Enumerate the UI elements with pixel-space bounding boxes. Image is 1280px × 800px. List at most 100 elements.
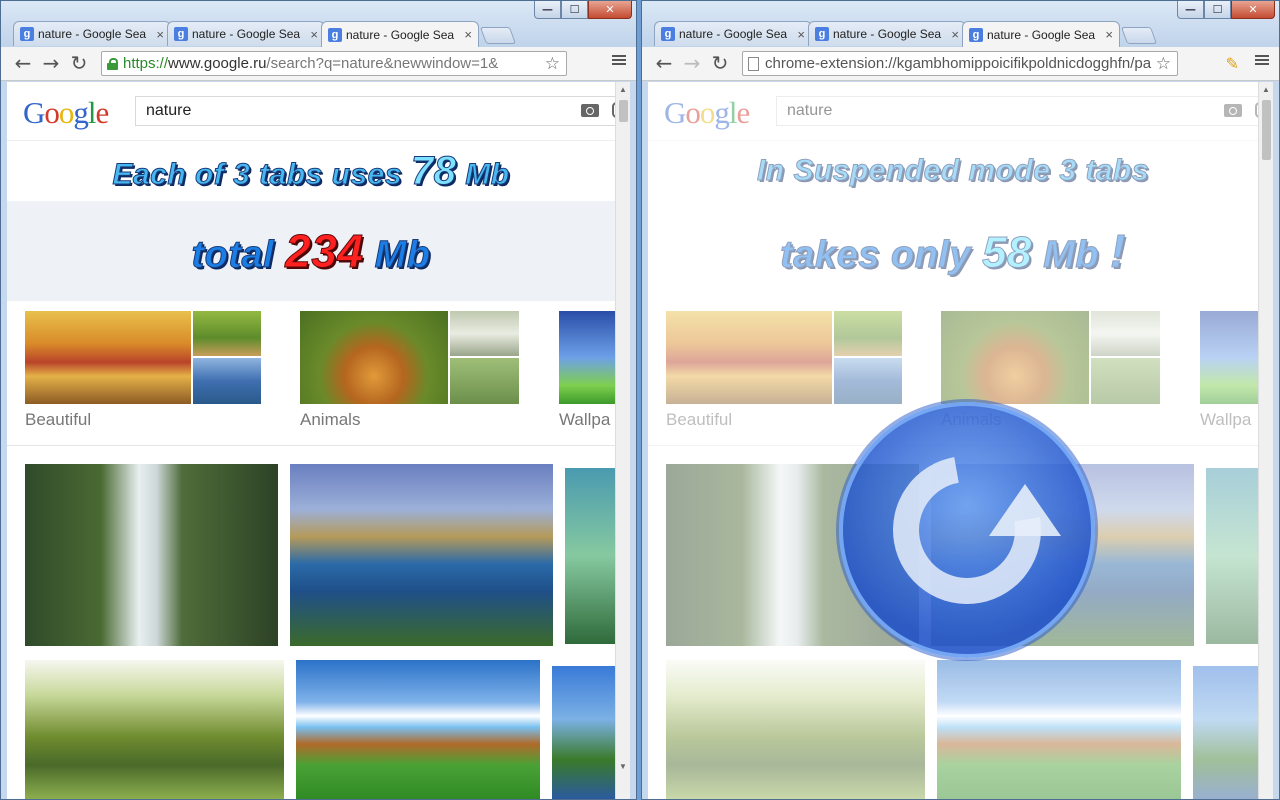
- category-animals[interactable]: Animals: [300, 311, 520, 430]
- tab-close-icon[interactable]: ×: [1105, 27, 1113, 42]
- tab-active[interactable]: g nature - Google Sea ×: [962, 21, 1120, 47]
- tab-close-icon[interactable]: ×: [797, 27, 805, 42]
- scroll-up-icon[interactable]: ▲: [619, 85, 627, 94]
- image-result[interactable]: [937, 660, 1181, 799]
- camera-icon[interactable]: [581, 104, 599, 117]
- url-host: www.google.ru: [168, 55, 267, 72]
- minimize-button[interactable]: —: [534, 1, 561, 19]
- bookmark-star-icon[interactable]: ☆: [1155, 54, 1171, 74]
- image-result[interactable]: [290, 464, 553, 646]
- url-scheme: https://: [123, 55, 169, 72]
- memory-banner-line2: total 234 Mb: [7, 201, 615, 301]
- scrollbar-thumb[interactable]: [1262, 100, 1271, 160]
- thumbnail[interactable]: [450, 358, 519, 404]
- google-favicon-icon: g: [328, 27, 342, 42]
- google-logo[interactable]: Google: [664, 95, 750, 131]
- bookmark-star-icon[interactable]: ☆: [544, 54, 560, 74]
- maximize-button[interactable]: ☐: [561, 1, 588, 19]
- tab[interactable]: g nature - Google Sea ×: [13, 21, 171, 46]
- browser-toolbar: ← → ↻ chrome-extension://kgambhomippoici…: [642, 47, 1279, 81]
- minimize-button[interactable]: —: [1177, 1, 1204, 19]
- close-button[interactable]: ✕: [588, 1, 632, 19]
- new-tab-button[interactable]: [1120, 27, 1158, 44]
- thumbnail[interactable]: [666, 311, 832, 404]
- thumbnail[interactable]: [1091, 311, 1160, 356]
- thumbnail[interactable]: [941, 311, 1089, 404]
- suspended-memory-value: 58: [982, 228, 1033, 278]
- vertical-scrollbar[interactable]: ▲ ▼: [615, 82, 630, 799]
- tab-close-icon[interactable]: ×: [464, 27, 472, 42]
- close-button[interactable]: ✕: [1231, 1, 1275, 19]
- category-label: Beautiful: [25, 410, 92, 429]
- back-arrow-icon[interactable]: ←: [11, 51, 35, 75]
- tab[interactable]: g nature - Google Sea ×: [654, 21, 812, 46]
- thumbnail[interactable]: [1091, 358, 1160, 404]
- banner-text: Each of 3 tabs uses: [112, 157, 403, 191]
- category-beautiful[interactable]: Beautiful: [666, 311, 902, 430]
- tab-close-icon[interactable]: ×: [156, 27, 164, 42]
- reload-icon[interactable]: ↻: [67, 51, 91, 75]
- search-input[interactable]: nature: [135, 96, 630, 126]
- back-arrow-icon[interactable]: ←: [652, 51, 676, 75]
- tab-strip: g nature - Google Sea × g nature - Googl…: [654, 21, 1158, 47]
- restore-tab-button[interactable]: [839, 402, 1095, 658]
- thumbnail[interactable]: [834, 311, 902, 356]
- google-favicon-icon: g: [20, 27, 34, 41]
- tab[interactable]: g nature - Google Sea ×: [167, 21, 325, 46]
- search-input[interactable]: nature: [776, 96, 1273, 126]
- thumbnail[interactable]: [300, 311, 448, 404]
- vertical-scrollbar[interactable]: ▲: [1258, 82, 1273, 799]
- category-label: Wallpa: [559, 410, 611, 429]
- image-result[interactable]: [666, 660, 925, 799]
- image-result[interactable]: [25, 464, 278, 646]
- reload-icon[interactable]: ↻: [708, 51, 732, 75]
- exclamation: !: [1110, 225, 1126, 278]
- tab[interactable]: g nature - Google Sea ×: [808, 21, 966, 46]
- forward-arrow-icon[interactable]: →: [680, 51, 704, 75]
- unit: Mb: [1043, 234, 1099, 277]
- maximize-button[interactable]: ☐: [1204, 1, 1231, 19]
- image-result[interactable]: [25, 660, 284, 799]
- broom-icon[interactable]: ✎: [1226, 54, 1239, 74]
- category-wallpaper[interactable]: Wallpa: [559, 311, 617, 430]
- thumbnail[interactable]: [25, 311, 191, 404]
- camera-icon[interactable]: [1224, 104, 1242, 117]
- search-query: nature: [146, 102, 192, 119]
- scroll-up-icon[interactable]: ▲: [1262, 85, 1270, 94]
- category-beautiful[interactable]: Beautiful: [25, 311, 261, 430]
- banner-text: takes only: [780, 234, 972, 277]
- hamburger-menu-icon[interactable]: [612, 53, 626, 67]
- thumbnail[interactable]: [559, 311, 617, 404]
- google-favicon-icon: g: [174, 27, 188, 41]
- category-wallpaper[interactable]: Wallpa: [1200, 311, 1258, 430]
- thumbnail[interactable]: [193, 358, 261, 404]
- image-result[interactable]: [565, 468, 617, 644]
- unit: Mb: [465, 157, 510, 191]
- thumbnail[interactable]: [450, 311, 519, 356]
- thumbnail[interactable]: [1200, 311, 1258, 404]
- category-label: Animals: [300, 410, 361, 429]
- address-bar[interactable]: chrome-extension://kgambhomippoicifikpol…: [742, 51, 1178, 76]
- google-logo[interactable]: Google: [23, 95, 109, 131]
- address-bar[interactable]: https:// www.google.ru /search?q=nature&…: [101, 51, 567, 76]
- tab-close-icon[interactable]: ×: [951, 27, 959, 42]
- hamburger-menu-icon[interactable]: [1255, 53, 1269, 67]
- tab-active[interactable]: g nature - Google Sea ×: [321, 21, 479, 47]
- image-result[interactable]: [296, 660, 540, 799]
- thumbnail[interactable]: [193, 311, 261, 356]
- thumbnail[interactable]: [834, 358, 902, 404]
- total-memory-value: 234: [285, 225, 364, 278]
- tab-close-icon[interactable]: ×: [310, 27, 318, 42]
- url-path: /search?q=nature&newwindow=1&: [266, 55, 499, 72]
- image-result[interactable]: [552, 666, 617, 799]
- unit: Mb: [374, 234, 431, 277]
- scrollbar-thumb[interactable]: [619, 100, 628, 122]
- forward-arrow-icon[interactable]: →: [39, 51, 63, 75]
- image-result[interactable]: [1193, 666, 1258, 799]
- image-result[interactable]: [1206, 468, 1258, 644]
- memory-banner-line2: takes only 58 Mb !: [648, 201, 1258, 301]
- left-browser-window: — ☐ ✕ g nature - Google Sea × g nature -…: [0, 0, 637, 800]
- scroll-down-icon[interactable]: ▼: [619, 762, 627, 771]
- new-tab-button[interactable]: [479, 27, 517, 44]
- page-icon: [748, 56, 759, 71]
